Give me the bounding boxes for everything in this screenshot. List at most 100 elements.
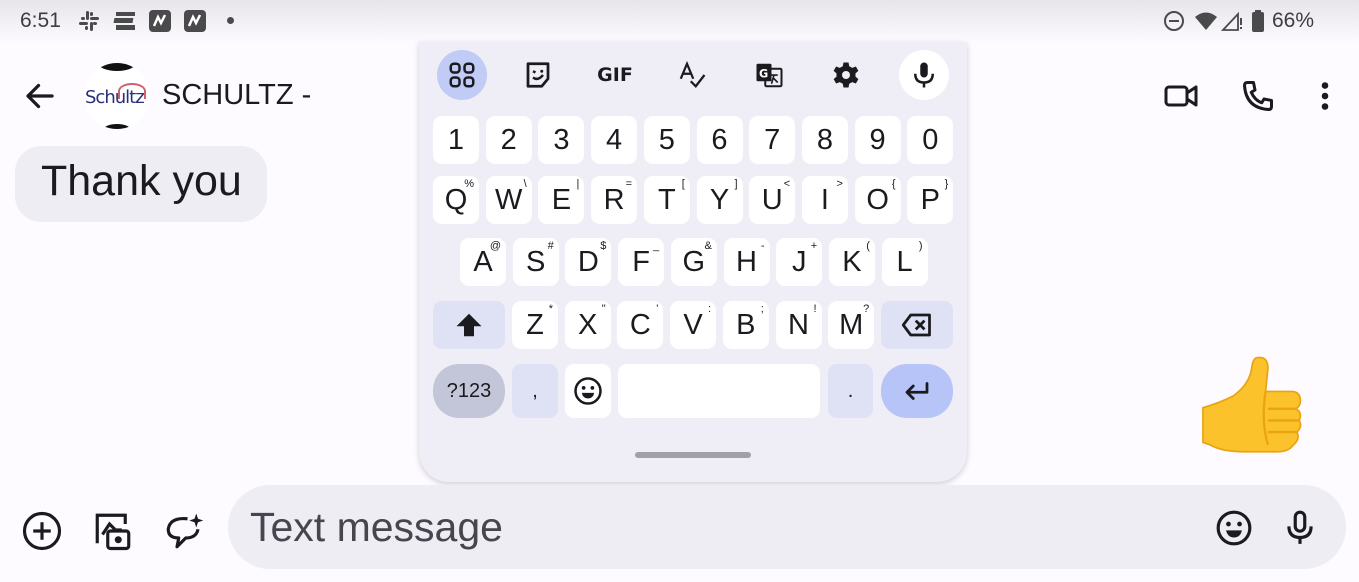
key-hint: % [464,178,474,190]
key-label: B [736,308,756,341]
key-label: 3 [553,123,570,156]
contact-name[interactable]: SCHULTZ - [162,79,311,112]
status-bar: 6:51 66% [0,0,1359,44]
settings-button[interactable] [821,50,871,100]
key-label: 9 [869,123,886,156]
key-label: L [896,245,913,278]
key-q[interactable]: Q% [433,176,479,224]
gallery-camera-icon[interactable] [92,510,134,552]
key-x[interactable]: X " [564,301,611,349]
key-p[interactable]: P} [907,176,954,224]
key-label: U [761,183,783,216]
keyboard-resize-handle[interactable] [635,452,751,458]
key-d[interactable]: D $ [565,238,612,286]
mic-icon [914,62,934,88]
backspace-key[interactable] [881,301,953,349]
key-z[interactable]: Z * [512,301,558,349]
contact-avatar[interactable]: Schultz [84,63,150,129]
gif-button[interactable]: GIF [590,50,640,100]
key-o[interactable]: O{ [854,176,901,224]
sticker-icon [526,62,550,88]
do-not-disturb-icon [1164,11,1184,31]
key-label: G [682,245,706,278]
key-label: P [920,183,940,216]
shift-key[interactable] [433,301,505,349]
sticker-button[interactable] [513,50,563,100]
more-vert-icon[interactable] [1307,78,1343,114]
key-6[interactable]: 6 [696,116,743,164]
mic-icon[interactable] [1281,509,1319,547]
battery-percent: 66% [1272,9,1315,32]
video-call-icon[interactable] [1163,78,1199,114]
key-g[interactable]: G & [670,238,717,286]
key-3[interactable]: 3 [538,116,585,164]
key-m[interactable]: M? [828,301,875,349]
key-k[interactable]: K( [828,238,875,286]
key-label: 0 [922,123,939,156]
key-j[interactable]: J + [776,238,823,286]
symbols-key[interactable]: ?123 [433,364,505,418]
add-circle-icon[interactable] [21,510,63,552]
magic-compose-icon[interactable] [163,510,205,552]
key-c[interactable]: C ' [617,301,664,349]
more-notifications-dot [227,17,234,24]
arrow-back-icon[interactable] [22,78,58,114]
wifi-icon [1195,12,1217,30]
apps-grid-button[interactable] [437,50,487,100]
key-9[interactable]: 9 [854,116,901,164]
period-key[interactable]: . [828,364,873,418]
key-hint: { [891,178,896,190]
key-label: T [657,183,676,216]
key-u[interactable]: U < [749,176,796,224]
key-hint: # [547,240,554,252]
key-8[interactable]: 8 [801,116,848,164]
key-l[interactable]: L) [881,238,928,286]
phone-icon[interactable] [1240,78,1276,114]
key-1[interactable]: 1 [433,116,479,164]
gif-label: GIF [597,64,633,86]
thumbs-up-emoji[interactable] [1196,352,1312,468]
key-7[interactable]: 7 [749,116,796,164]
avatar-logo-text: Schultz [85,87,145,108]
key-h[interactable]: H- [723,238,770,286]
spellcheck-button[interactable] [667,50,717,100]
key-f[interactable]: F _ [618,238,665,286]
key-label: H [736,245,757,278]
key-s[interactable]: S # [512,238,559,286]
comma-key[interactable]: , [512,364,558,418]
key-5[interactable]: 5 [643,116,690,164]
signal-icon [1220,11,1242,31]
key-label: 7 [764,123,781,156]
voice-input-button[interactable] [899,50,949,100]
key-v[interactable]: V: [670,301,717,349]
key-y[interactable]: Y] [696,176,743,224]
emoji-icon[interactable] [1215,509,1253,547]
incoming-message-bubble[interactable]: Thank you [15,146,267,222]
key-label: C [629,308,651,341]
translate-button[interactable]: G [744,50,794,100]
apps-grid-icon [449,62,475,88]
emoji-key[interactable] [565,364,611,418]
key-a[interactable]: A @ [460,238,506,286]
enter-key[interactable] [881,364,953,418]
key-label: 1 [447,123,465,156]
key-hint: $ [600,240,607,252]
shift-icon [456,313,482,337]
avatar-decoration [104,124,130,129]
key-label: Z [526,308,544,341]
key-4[interactable]: 4 [591,116,638,164]
key-0[interactable]: 0 [907,116,954,164]
key-b[interactable]: B; [722,301,769,349]
key-e[interactable]: E | [538,176,585,224]
key-i[interactable]: I > [801,176,848,224]
key-t[interactable]: T[ [643,176,690,224]
key-label: M [839,308,864,341]
key-hint: & [704,240,712,252]
key-w[interactable]: W \ [485,176,532,224]
key-hint: @ [489,240,501,252]
text-message-input[interactable] [250,502,1150,552]
key-r[interactable]: R = [591,176,638,224]
key-2[interactable]: 2 [485,116,532,164]
space-key[interactable] [618,364,820,418]
key-n[interactable]: N! [775,301,822,349]
